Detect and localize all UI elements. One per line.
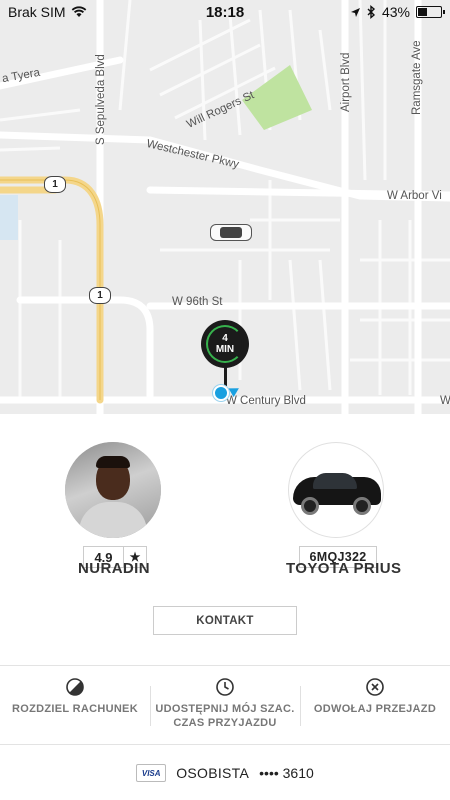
contact-button[interactable]: KONTAKT: [153, 606, 297, 635]
payment-method[interactable]: VISA OSOBISTA •••• 3610: [0, 758, 450, 788]
clock-icon: [216, 678, 234, 696]
split-fare-label: ROZDZIEL RACHUNEK: [12, 703, 138, 715]
clock: 18:18: [205, 3, 245, 21]
split-fare-icon: [66, 678, 84, 696]
battery-percent: 43%: [381, 4, 410, 20]
vehicle-photo[interactable]: [288, 442, 384, 538]
carrier-label: Brak SIM: [8, 4, 66, 20]
road-label-arbor-vitae: W Arbor Vi: [387, 190, 442, 202]
battery-icon: [416, 6, 445, 18]
eta-value: 4: [222, 333, 228, 344]
road-label-w: W: [440, 395, 450, 407]
road-label-96th: W 96th St: [172, 296, 223, 308]
road-label-sepulveda: S Sepulveda Blvd: [95, 54, 107, 145]
car-marker: [210, 224, 252, 241]
cancel-trip-button[interactable]: ODWOŁAJ PRZEJAZD: [300, 666, 450, 744]
card-last-digits: •••• 3610: [259, 765, 314, 781]
bluetooth-icon: [367, 5, 376, 19]
route-shield: 1: [44, 176, 66, 193]
status-bar: Brak SIM 18:18 43%: [0, 0, 450, 24]
driver-name: NURADIN: [78, 560, 150, 577]
visa-card-icon: VISA: [136, 764, 167, 782]
share-eta-label: UDOSTĘPNIJ MÓJ SZAC. CZAS PRZYJAZDU: [155, 703, 295, 729]
split-fare-button[interactable]: ROZDZIEL RACHUNEK: [0, 666, 150, 744]
trip-actions: ROZDZIEL RACHUNEK UDOSTĘPNIJ MÓJ SZAC. C…: [0, 666, 450, 744]
vehicle-card[interactable]: 6MQJ322: [288, 442, 388, 568]
vehicle-model: TOYOTA PRIUS: [286, 560, 402, 577]
cancel-icon: [366, 678, 384, 696]
route-shield: 1: [89, 287, 111, 304]
payment-profile-label: OSOBISTA: [176, 765, 250, 781]
eta-pin-stem: [224, 366, 227, 386]
eta-pin: 4 MIN: [201, 320, 249, 368]
wifi-icon: [71, 6, 86, 17]
map-view[interactable]: a Tyera S Sepulveda Blvd Will Rogers St …: [0, 0, 450, 414]
driver-avatar[interactable]: [65, 442, 161, 538]
divider: [0, 744, 450, 745]
road-label-airport: Airport Blvd: [340, 52, 352, 112]
road-label-century: W Century Blvd: [226, 395, 306, 407]
eta-unit: MIN: [215, 344, 235, 355]
eta-ring: 4 MIN: [206, 325, 244, 363]
road-label-ramsgate: Ramsgate Ave: [411, 40, 423, 115]
current-location-dot: [213, 385, 229, 401]
driver-card[interactable]: 4.9 ★: [65, 442, 165, 568]
cancel-trip-label: ODWOŁAJ PRZEJAZD: [313, 703, 437, 715]
location-arrow-icon: [350, 7, 360, 17]
share-eta-button[interactable]: UDOSTĘPNIJ MÓJ SZAC. CZAS PRZYJAZDU: [150, 666, 300, 744]
